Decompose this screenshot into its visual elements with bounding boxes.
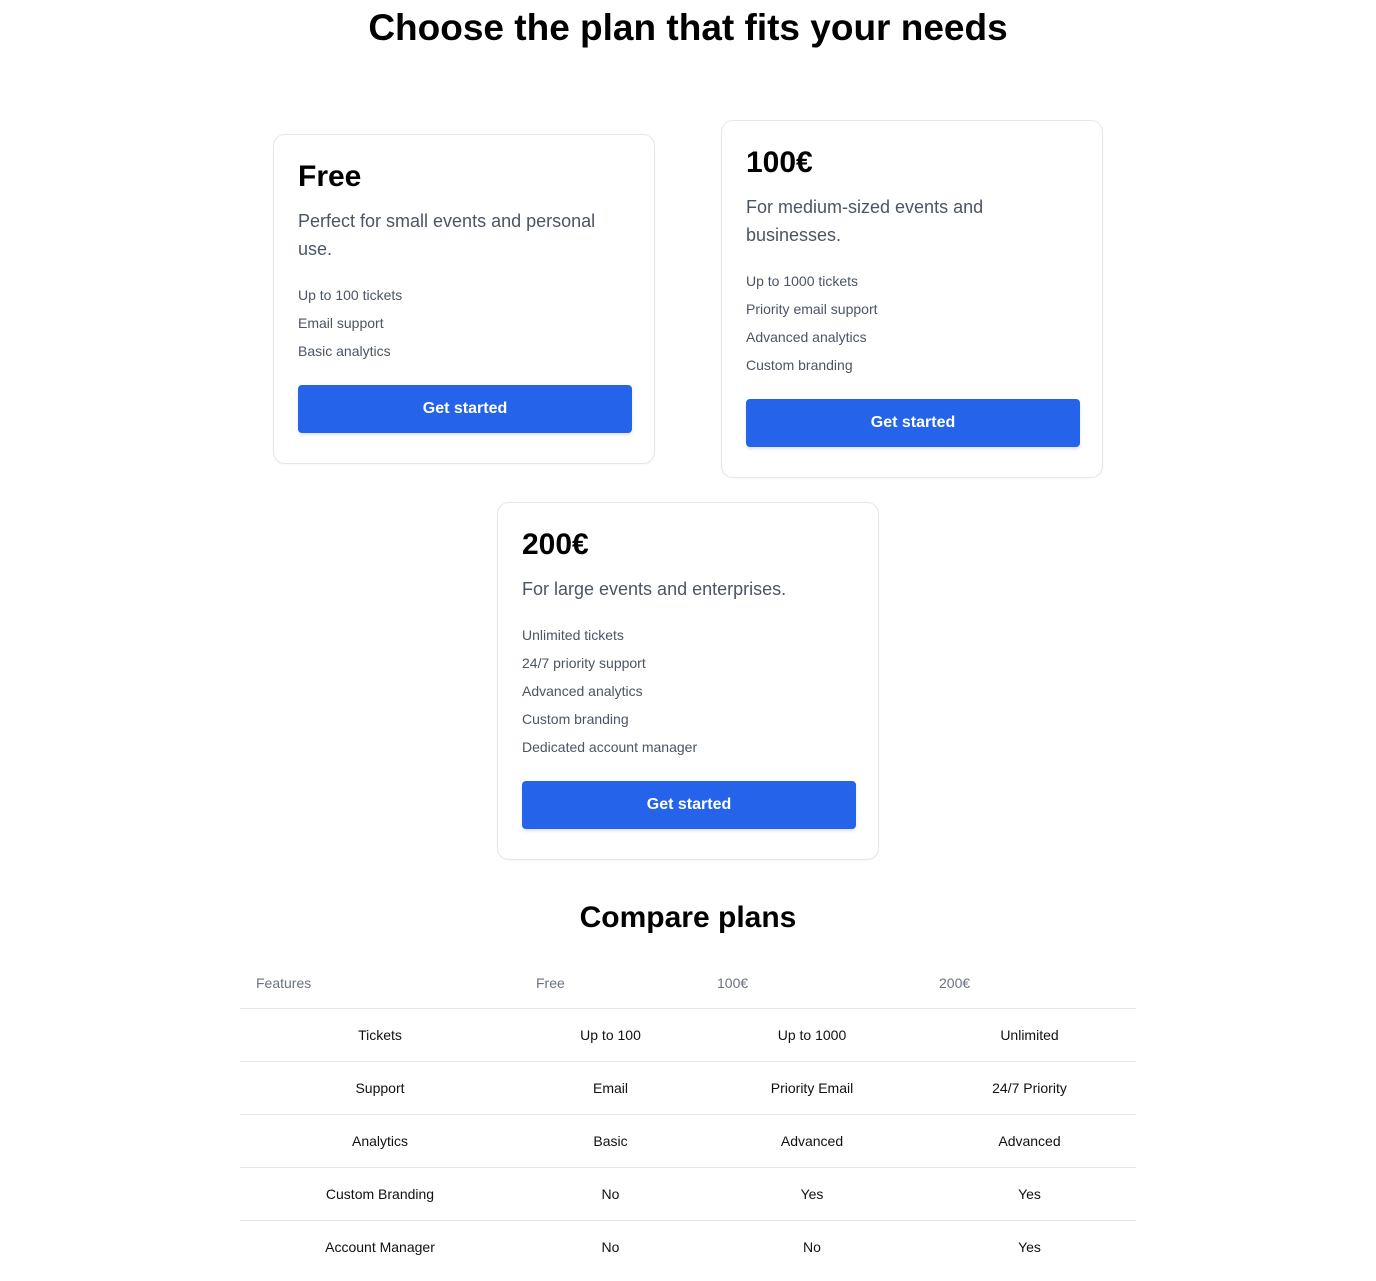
table-cell: Yes	[701, 1167, 923, 1221]
table-cell: No	[803, 1239, 821, 1255]
plan-feature-item: Custom branding	[522, 711, 629, 727]
plan-card-free: Free Perfect for small events and person…	[273, 134, 655, 464]
table-cell: No	[520, 1167, 701, 1221]
plan-feature-item: Advanced analytics	[522, 683, 643, 699]
table-cell: Advanced	[923, 1114, 1136, 1168]
plan-feature-item: Basic analytics	[298, 343, 391, 359]
table-cell: Priority Email	[701, 1061, 923, 1115]
plan-feature-item: 24/7 priority support	[522, 655, 646, 671]
plan-feature-item: Custom branding	[746, 357, 853, 373]
plan-description: For medium-sized events and businesses.	[746, 197, 984, 245]
table-cell-feature: Analytics	[240, 1114, 520, 1168]
plan-price: Free	[298, 160, 362, 193]
table-cell: Up to 100	[520, 1008, 701, 1062]
plan-price: 200€	[522, 528, 589, 561]
plan-description: Perfect for small events and personal us…	[298, 211, 596, 259]
table-cell-feature: Tickets	[240, 1008, 520, 1062]
plan-feature-item: Dedicated account manager	[522, 739, 698, 755]
plan-feature-item: Up to 1000 tickets	[746, 273, 859, 289]
column-header-100: 100€	[701, 958, 923, 1009]
plan-feature-list: Up to 1000 tickets Priority email suppor…	[746, 267, 1078, 379]
plan-feature-item: Unlimited tickets	[522, 627, 624, 643]
table-cell: Unlimited	[923, 1008, 1136, 1062]
plan-feature-item: Advanced analytics	[746, 329, 867, 345]
table-row: Account Manager No No Yes	[240, 1221, 1136, 1274]
plan-feature-list: Unlimited tickets 24/7 priority support …	[522, 621, 854, 761]
get-started-button-free[interactable]: Get started	[298, 385, 632, 433]
table-cell: Advanced	[701, 1114, 923, 1168]
table-header-row: Features Free 100€ 200€	[240, 958, 1136, 1009]
plan-price: 100€	[746, 146, 813, 179]
get-started-button-100[interactable]: Get started	[746, 399, 1080, 447]
table-cell: Email	[520, 1061, 701, 1115]
plan-feature-list: Up to 100 tickets Email support Basic an…	[298, 281, 630, 365]
plan-feature-item: Email support	[298, 315, 384, 331]
table-cell-feature: Custom Branding	[240, 1167, 520, 1221]
table-row: Support Email Priority Email 24/7 Priori…	[240, 1061, 1136, 1115]
column-header-features: Features	[240, 958, 520, 1009]
table-cell-feature: Support	[240, 1061, 520, 1115]
plan-card-100: 100€ For medium-sized events and busines…	[721, 120, 1103, 478]
compare-table: Features Free 100€ 200€ Tickets Up to 10…	[240, 958, 1136, 1273]
plan-description: For large events and enterprises.	[522, 579, 787, 599]
compare-plans-title: Compare plans	[579, 901, 797, 934]
table-row: Custom Branding No Yes Yes	[240, 1167, 1136, 1221]
table-cell: Yes	[1018, 1239, 1041, 1255]
plan-feature-item: Priority email support	[746, 301, 878, 317]
page-title: Choose the plan that fits your needs	[368, 7, 1008, 48]
table-cell: Up to 1000	[701, 1008, 923, 1062]
table-cell: 24/7 Priority	[923, 1061, 1136, 1115]
table-row: Tickets Up to 100 Up to 1000 Unlimited	[240, 1008, 1136, 1062]
table-row: Analytics Basic Advanced Advanced	[240, 1114, 1136, 1168]
table-cell: Basic	[520, 1114, 701, 1168]
column-header-200: 200€	[923, 958, 1136, 1009]
plan-card-200: 200€ For large events and enterprises. U…	[497, 502, 879, 860]
table-cell: No	[601, 1239, 620, 1255]
plan-feature-item: Up to 100 tickets	[298, 287, 403, 303]
table-cell-feature: Account Manager	[325, 1239, 435, 1255]
column-header-free: Free	[520, 958, 701, 1009]
get-started-button-200[interactable]: Get started	[522, 781, 856, 829]
table-cell: Yes	[923, 1167, 1136, 1221]
